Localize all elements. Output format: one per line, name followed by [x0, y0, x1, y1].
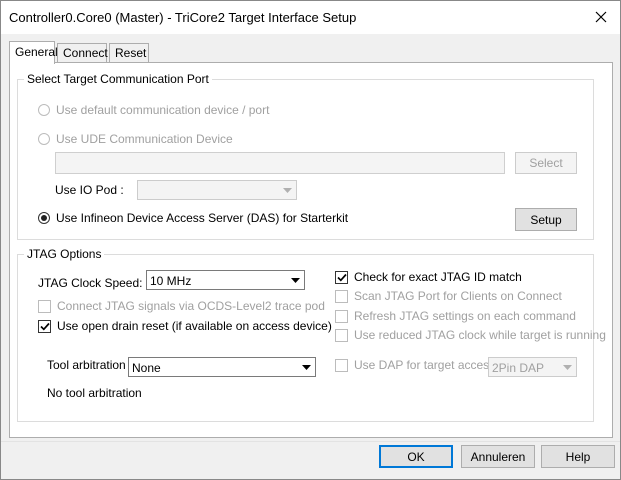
jtag-group-title: JTAG Options: [24, 247, 105, 261]
check-open-drain[interactable]: Use open drain reset (if available on ac…: [38, 319, 332, 333]
close-button[interactable]: [586, 3, 616, 31]
radio-ude-device-button: [38, 133, 50, 145]
tool-arbitration-status: No tool arbitration: [47, 386, 142, 400]
check-reduced-clock-label: Use reduced JTAG clock while target is r…: [354, 328, 606, 342]
help-button[interactable]: Help: [541, 445, 615, 468]
check-use-dap-box: [335, 358, 348, 372]
jtag-groupbox: JTAG Options JTAG Clock Speed: 10 MHz Co…: [17, 247, 606, 422]
check-connect-ocds-label: Connect JTAG signals via OCDS-Level2 tra…: [57, 299, 325, 313]
dap-mode-value: 2Pin DAP: [492, 361, 545, 375]
jtag-clock-value: 10 MHz: [150, 274, 192, 288]
tool-arbitration-value: None: [132, 361, 161, 375]
chevron-down-icon: [298, 359, 314, 375]
checkmark-icon: [39, 322, 50, 331]
radio-default-device-label: Use default communication device / port: [56, 103, 270, 117]
io-pod-select[interactable]: [137, 180, 297, 200]
dap-mode-select[interactable]: 2Pin DAP: [488, 357, 577, 377]
setup-button[interactable]: Setup: [515, 208, 577, 231]
port-groupbox: Select Target Communication Port Use def…: [17, 72, 594, 240]
radio-das[interactable]: Use Infineon Device Access Server (DAS) …: [38, 211, 348, 225]
select-button[interactable]: Select: [515, 152, 577, 174]
chevron-down-icon: [287, 272, 303, 288]
radio-das-label: Use Infineon Device Access Server (DAS) …: [56, 211, 349, 225]
port-group-title: Select Target Communication Port: [24, 72, 212, 86]
radio-default-device[interactable]: Use default communication device / port: [38, 103, 269, 117]
check-exact-jtag-id[interactable]: Check for exact JTAG ID match: [335, 270, 522, 284]
checkmark-icon: [336, 273, 347, 282]
ok-button[interactable]: OK: [379, 445, 453, 468]
cancel-button[interactable]: Annuleren: [461, 445, 535, 468]
check-scan-port-label: Scan JTAG Port for Clients on Connect: [354, 289, 562, 303]
check-scan-port-box: [335, 289, 348, 303]
dialog-window: Controller0.Core0 (Master) - TriCore2 Ta…: [0, 0, 621, 480]
check-refresh-settings-label: Refresh JTAG settings on each command: [354, 309, 576, 323]
general-tab-panel: Select Target Communication Port Use def…: [9, 62, 613, 438]
check-refresh-settings[interactable]: Refresh JTAG settings on each command: [335, 309, 576, 323]
check-exact-jtag-id-label: Check for exact JTAG ID match: [354, 270, 522, 284]
jtag-clock-select[interactable]: 10 MHz: [146, 270, 305, 290]
check-exact-jtag-id-box: [335, 270, 348, 284]
check-use-dap[interactable]: Use DAP for target access: [335, 358, 495, 372]
check-open-drain-box: [38, 319, 51, 333]
tab-connect[interactable]: Connect: [57, 43, 108, 63]
footer-divider: [1, 441, 620, 442]
tool-arbitration-select[interactable]: None: [128, 357, 316, 377]
check-scan-port[interactable]: Scan JTAG Port for Clients on Connect: [335, 289, 562, 303]
check-connect-ocds[interactable]: Connect JTAG signals via OCDS-Level2 tra…: [38, 299, 325, 313]
check-use-dap-label: Use DAP for target access: [354, 358, 496, 372]
check-open-drain-label: Use open drain reset (if available on ac…: [57, 319, 332, 333]
ude-device-field[interactable]: [55, 152, 505, 174]
check-reduced-clock[interactable]: Use reduced JTAG clock while target is r…: [335, 328, 606, 342]
title-bar: Controller0.Core0 (Master) - TriCore2 Ta…: [1, 1, 620, 34]
tab-general[interactable]: General: [9, 41, 58, 64]
check-reduced-clock-box: [335, 328, 348, 342]
radio-ude-device[interactable]: Use UDE Communication Device: [38, 132, 233, 146]
tool-arbitration-label: Tool arbitration :: [47, 358, 133, 372]
jtag-clock-label: JTAG Clock Speed:: [38, 276, 143, 290]
check-connect-ocds-box: [38, 299, 51, 313]
radio-das-button: [38, 212, 50, 224]
chevron-down-icon: [279, 182, 295, 198]
check-refresh-settings-box: [335, 309, 348, 323]
window-title: Controller0.Core0 (Master) - TriCore2 Ta…: [9, 10, 357, 25]
chevron-down-icon: [559, 359, 575, 375]
radio-ude-device-label: Use UDE Communication Device: [56, 132, 233, 146]
close-icon: [595, 11, 607, 23]
io-pod-label: Use IO Pod :: [55, 183, 124, 197]
radio-default-device-button: [38, 104, 50, 116]
tab-reset[interactable]: Reset: [109, 43, 149, 63]
